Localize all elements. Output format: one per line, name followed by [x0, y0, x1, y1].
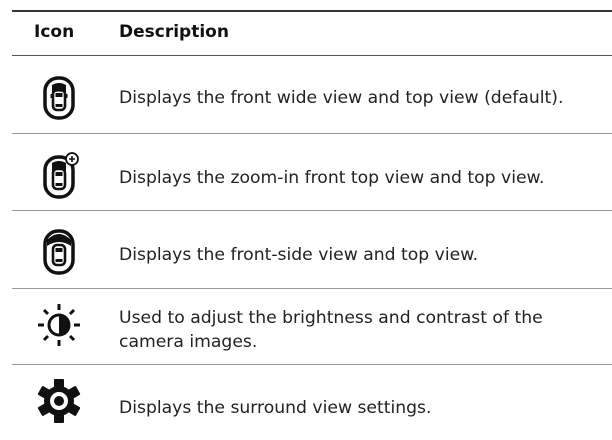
row-description: Displays the front wide view and top vie… — [119, 88, 564, 108]
header-divider — [12, 55, 612, 56]
column-header-icon: Icon — [34, 22, 75, 42]
column-header-description: Description — [119, 22, 229, 42]
front-wide-view-icon — [34, 73, 84, 123]
row-divider — [12, 364, 612, 365]
row-description: Displays the front-side view and top vie… — [119, 245, 479, 265]
zoom-in-front-view-icon — [34, 150, 84, 200]
row-description: Used to adjust the brightness and contra… — [119, 308, 543, 352]
row-divider — [12, 133, 612, 134]
settings-gear-icon — [34, 376, 84, 426]
table-top-rule — [12, 10, 612, 12]
row-description: Displays the zoom-in front top view and … — [119, 168, 545, 188]
row-divider — [12, 288, 612, 289]
brightness-contrast-icon — [34, 300, 84, 350]
front-side-view-icon — [34, 226, 84, 276]
row-description: Displays the surround view settings. — [119, 398, 432, 418]
row-divider — [12, 210, 612, 211]
